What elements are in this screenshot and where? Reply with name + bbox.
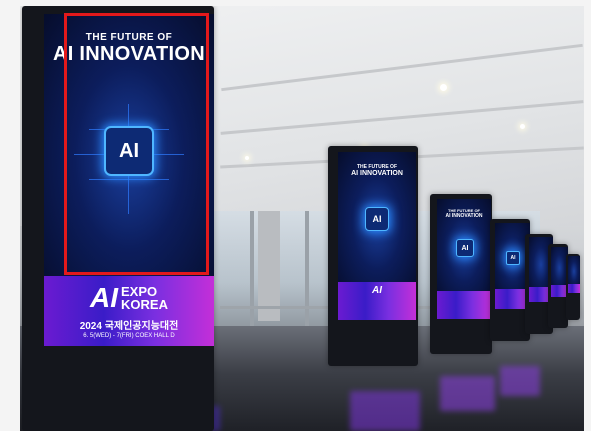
- floor-reflection: [500, 366, 540, 396]
- ceiling-light: [520, 124, 525, 129]
- expo-logo-ai: AI: [372, 285, 382, 296]
- ceiling-light: [245, 156, 249, 160]
- expo-korean-title: 2024 국제인공지능대전: [79, 321, 179, 332]
- digital-poster-blue: [568, 256, 580, 284]
- ai-chip-icon: AI: [506, 251, 520, 265]
- floor-reflection: [440, 376, 495, 411]
- ai-chip-label: AI: [510, 255, 516, 261]
- expo-banner-purple: AI EXPO KOREA 2024 국제인공지능대전 6. 5(WED) - …: [44, 276, 214, 346]
- expo-banner-purple: [568, 284, 580, 293]
- signage-kiosk-3: THE FUTURE OF AI INNOVATION AI: [430, 194, 492, 354]
- signage-kiosk-4: AI: [490, 219, 530, 341]
- expo-banner-purple: [437, 291, 491, 319]
- window-mullion: [250, 211, 254, 331]
- signage-kiosk-7: [566, 254, 580, 320]
- ai-chip-label: AI: [372, 214, 382, 224]
- ai-chip-icon: AI: [365, 207, 389, 231]
- signage-kiosk-2: THE FUTURE OF AI INNOVATION AI AI: [328, 146, 418, 366]
- expo-banner-purple: AI: [338, 282, 416, 320]
- ai-chip-icon: AI: [456, 239, 474, 257]
- ceiling-light: [440, 84, 447, 91]
- highlight-annotation-box: [64, 13, 209, 275]
- expo-logo-word2: KOREA: [121, 297, 168, 312]
- poster-title-line2: AI INNOVATION: [445, 213, 483, 219]
- window-mullion: [305, 211, 309, 331]
- digital-poster-blue: THE FUTURE OF AI INNOVATION AI: [338, 152, 416, 282]
- ai-chip-label: AI: [461, 244, 469, 252]
- expo-date-venue: 6. 5(WED) - 7(FRI) COEX HALL D: [83, 333, 175, 339]
- floor-reflection: [350, 391, 420, 431]
- expo-logo-ai: AI: [90, 282, 119, 313]
- digital-poster-blue: THE FUTURE OF AI INNOVATION AI: [437, 199, 491, 291]
- signage-kiosk-6: [548, 244, 568, 328]
- building-column: [258, 211, 280, 321]
- poster-title-line2: AI INNOVATION: [351, 170, 403, 177]
